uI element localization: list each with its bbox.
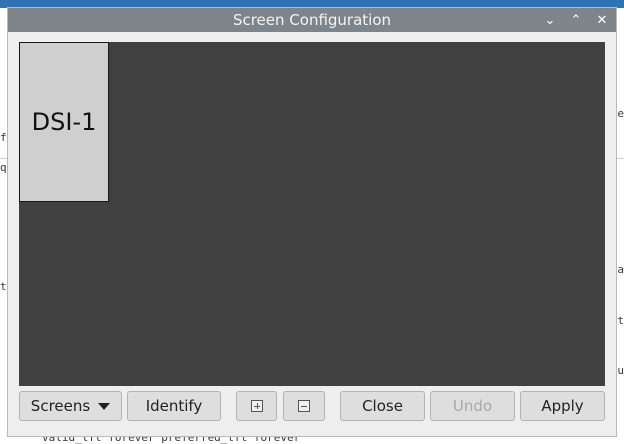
identify-label: Identify (145, 397, 203, 415)
terminal-left-fragment: t (0, 280, 7, 293)
close-button[interactable]: Close (340, 391, 425, 421)
terminal-left-fragment: q (0, 161, 7, 174)
window-title: Screen Configuration (232, 11, 392, 29)
maximize-button[interactable]: ⌃ (564, 8, 588, 32)
apply-label: Apply (541, 397, 584, 415)
identify-button[interactable]: Identify (127, 391, 221, 421)
desktop-background (0, 0, 624, 8)
zoom-in-icon (250, 400, 263, 412)
close-icon: ✕ (596, 12, 608, 28)
chevron-up-icon: ⌃ (570, 12, 582, 28)
zoom-out-icon (298, 400, 310, 412)
terminal-right-fragment: t (617, 314, 624, 327)
titlebar: Screen Configuration ⌄ ⌃ ✕ (8, 8, 616, 32)
zoom-out-button[interactable] (283, 391, 325, 421)
screens-menu-button[interactable]: Screens (19, 391, 122, 421)
button-bar: Screens Identify Close Undo Apply (8, 391, 616, 423)
chevron-down-icon: ⌄ (544, 12, 556, 28)
terminal-right-fragment: e (617, 107, 624, 120)
monitor-dsi-1[interactable]: DSI-1 (19, 42, 109, 202)
close-window-button[interactable]: ✕ (590, 8, 614, 32)
screens-label: Screens (30, 397, 91, 415)
caret-down-icon (98, 402, 111, 410)
undo-label: Undo (452, 397, 493, 415)
close-label: Close (362, 397, 403, 415)
undo-button[interactable]: Undo (430, 391, 515, 421)
monitor-label: DSI-1 (31, 108, 97, 136)
screen-layout-canvas[interactable]: DSI-1 (19, 42, 605, 386)
apply-button[interactable]: Apply (520, 391, 605, 421)
screen-configuration-dialog: Screen Configuration ⌄ ⌃ ✕ DSI-1 Screens… (8, 8, 616, 436)
zoom-in-button[interactable] (236, 391, 277, 421)
minimize-button[interactable]: ⌄ (538, 8, 562, 32)
